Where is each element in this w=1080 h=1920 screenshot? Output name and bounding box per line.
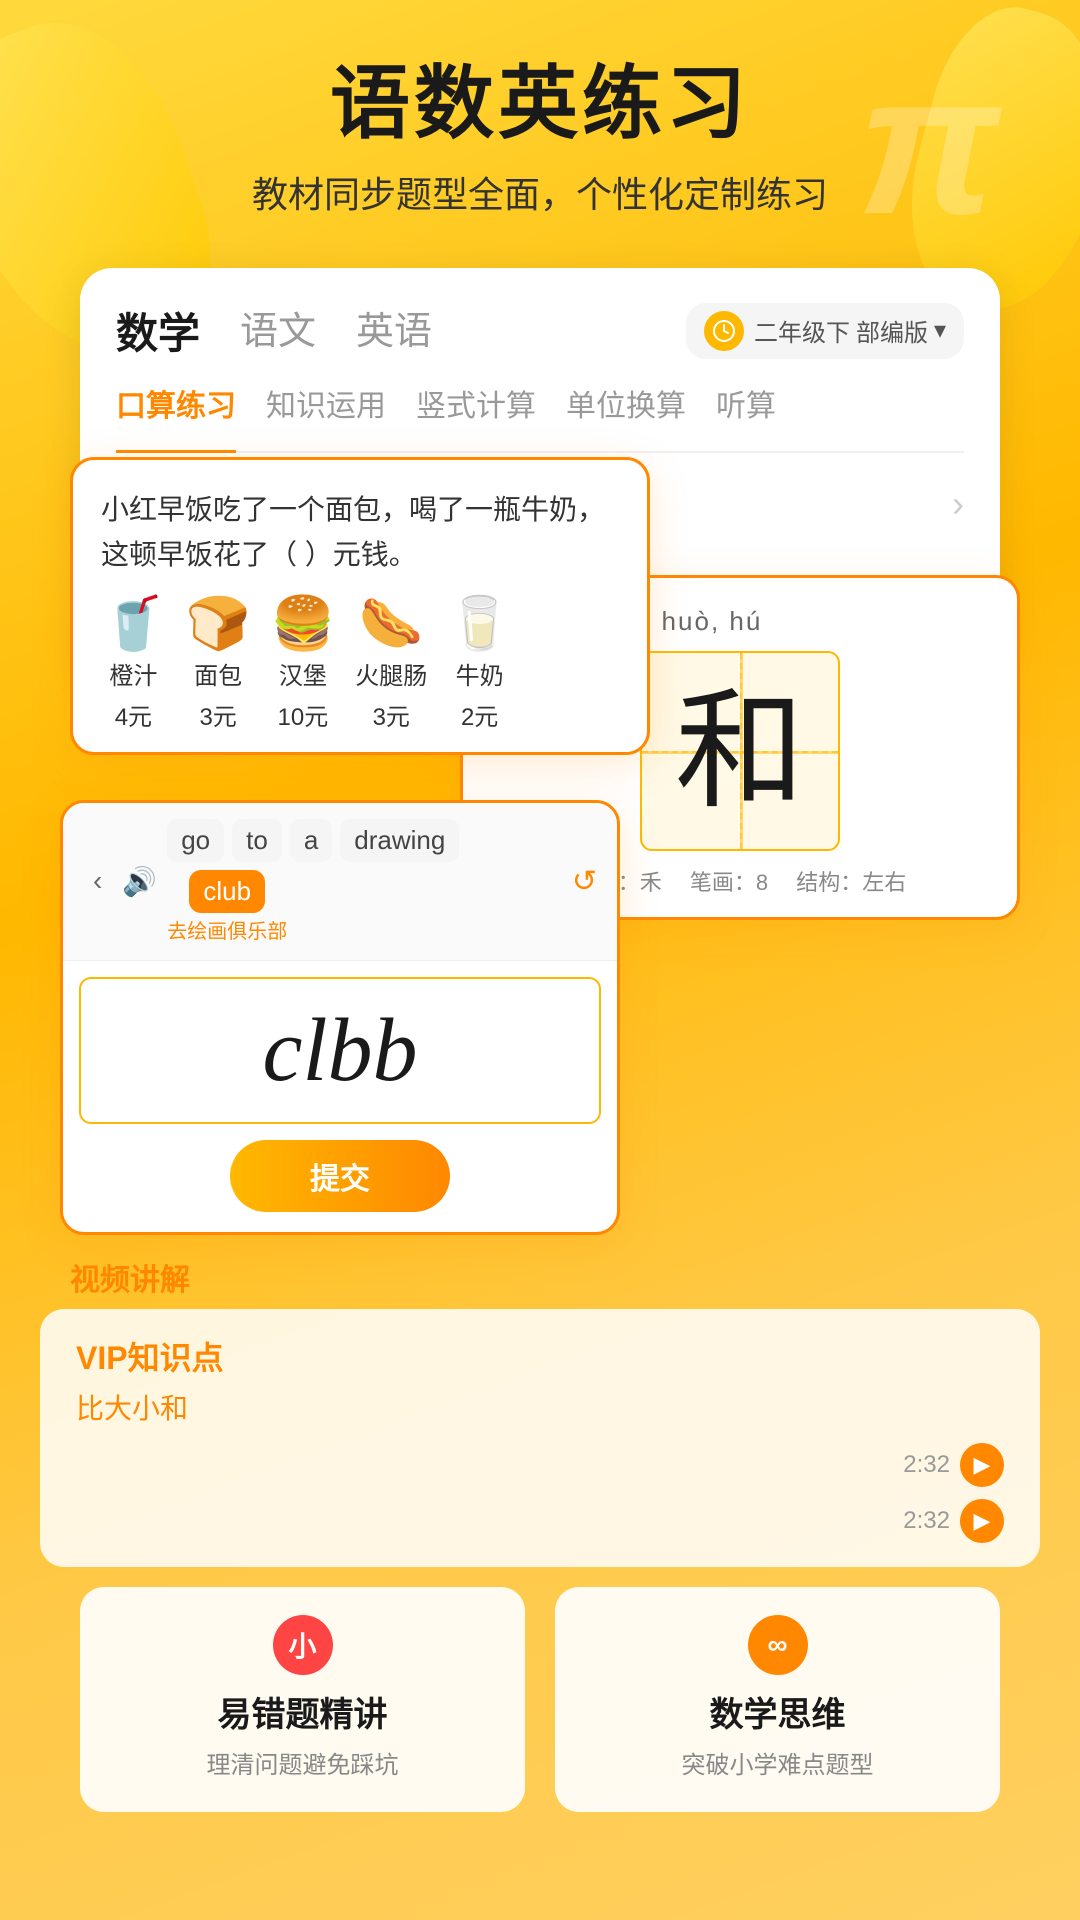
chip-to[interactable]: to (232, 819, 282, 862)
food-price-0: 4元 (115, 697, 152, 732)
chevron-down-icon: ▾ (934, 316, 946, 345)
question-card: 小红早饭吃了一个面包，喝了一瓶牛奶，这顿早饭花了（ ）元钱。 🥤 橙汁 4元 🍞… (70, 457, 650, 755)
timestamp-value-1: 2:32 (903, 1507, 950, 1535)
sub-tab-oral[interactable]: 口算练习 (116, 381, 236, 453)
vip-sublabel: 比大小和 (76, 1387, 1004, 1427)
bottom-card-math-thinking[interactable]: ∞ 数学思维 突破小学难点题型 (555, 1587, 1000, 1812)
sub-tab-listen[interactable]: 听算 (716, 381, 776, 435)
food-name-0: 橙汁 (109, 656, 157, 691)
food-items-row: 🥤 橙汁 4元 🍞 面包 3元 🍔 汉堡 10元 🌭 火腿肠 3元 🥛 (101, 598, 619, 732)
chip-go[interactable]: go (167, 819, 224, 862)
food-item-3: 🌭 火腿肠 3元 (355, 598, 427, 732)
food-emoji-3: 🌭 (359, 598, 424, 650)
question-text: 小红早饭吃了一个面包，喝了一瓶牛奶，这顿早饭花了（ ）元钱。 (101, 488, 619, 578)
food-price-4: 2元 (461, 697, 498, 732)
bottom-card-errors[interactable]: 小 易错题精讲 理清问题避免踩坑 (80, 1587, 525, 1812)
timestamp-item-1: 2:32 ▶ (903, 1499, 1004, 1543)
chip-drawing[interactable]: drawing (340, 819, 459, 862)
big-character: 和 (675, 686, 805, 816)
sub-tab-knowledge[interactable]: 知识运用 (266, 381, 386, 435)
page-title: 语数英练习 (0, 60, 1080, 148)
main-content: 数学 语文 英语 二年级下 部编版 ▾ 口算练习 知识运用 竖式计算 单位换 (0, 238, 1080, 1872)
tab-english[interactable]: 英语 (356, 300, 432, 361)
food-item-4: 🥛 牛奶 2元 (447, 598, 512, 732)
bottom-card-math-title: 数学思维 (579, 1687, 976, 1736)
refresh-icon[interactable]: ↺ (572, 864, 597, 899)
chip-club[interactable]: club (189, 870, 265, 913)
strokes-value: 8 (756, 870, 768, 895)
grade-label: 二年级下 (754, 313, 850, 348)
food-emoji-4: 🥛 (447, 598, 512, 650)
food-price-1: 3元 (199, 697, 236, 732)
food-name-3: 火腿肠 (355, 656, 427, 691)
english-answer-text: clbb (263, 999, 418, 1102)
timestamp-list: 2:32 ▶ 2:32 ▶ (76, 1443, 1004, 1543)
chip-hint: 去绘画俱乐部 (167, 915, 287, 944)
food-item-1: 🍞 面包 3元 (186, 598, 251, 732)
bottom-section: 小 易错题精讲 理清问题避免踩坑 ∞ 数学思维 突破小学难点题型 (40, 1587, 1040, 1812)
bottom-card-errors-desc: 理清问题避免踩坑 (104, 1748, 501, 1784)
page-subtitle: 教材同步题型全面，个性化定制练习 (0, 166, 1080, 218)
play-button-0[interactable]: ▶ (960, 1443, 1004, 1487)
english-card: ‹ 🔊 go to a drawing club 去绘画俱乐部 ↺ clbb 提… (60, 800, 620, 1235)
timestamp-value-0: 2:32 (903, 1451, 950, 1479)
timestamp-item-0: 2:32 ▶ (903, 1443, 1004, 1487)
bottom-icon-errors: 小 (273, 1615, 333, 1675)
bottom-card-math-desc: 突破小学难点题型 (579, 1748, 976, 1784)
subject-tabs: 数学 语文 英语 二年级下 部编版 ▾ (116, 300, 964, 361)
food-name-2: 汉堡 (279, 656, 327, 691)
math-icon-label: ∞ (768, 1629, 788, 1661)
video-lecture-label: 视频讲解 (70, 1255, 1040, 1299)
tab-group: 数学 语文 英语 (116, 300, 432, 361)
tab-math[interactable]: 数学 (116, 300, 200, 361)
right-arrow-icon: › (952, 483, 964, 525)
food-emoji-2: 🍔 (271, 598, 336, 650)
submit-button[interactable]: 提交 (230, 1140, 450, 1212)
vip-section: VIP知识点 比大小和 2:32 ▶ 2:32 ▶ (40, 1309, 1040, 1567)
food-price-2: 10元 (278, 697, 329, 732)
food-name-4: 牛奶 (456, 656, 504, 691)
structure-value: 左右 (862, 870, 906, 895)
sub-tab-vertical[interactable]: 竖式计算 (416, 381, 536, 435)
char-box: 和 (640, 651, 840, 851)
grade-selector[interactable]: 二年级下 部编版 ▾ (686, 303, 964, 359)
edition-label: 部编版 (856, 313, 928, 348)
speaker-icon[interactable]: 🔊 (122, 865, 157, 898)
sub-tab-unit[interactable]: 单位换算 (566, 381, 686, 435)
error-icon-label: 小 (288, 1625, 316, 1665)
page-header: 语数英练习 教材同步题型全面，个性化定制练习 (0, 0, 1080, 238)
food-item-0: 🥤 橙汁 4元 (101, 598, 166, 732)
bottom-card-errors-title: 易错题精讲 (104, 1687, 501, 1736)
food-item-2: 🍔 汉堡 10元 (271, 598, 336, 732)
chip-a[interactable]: a (290, 819, 332, 862)
play-button-1[interactable]: ▶ (960, 1499, 1004, 1543)
radical-value: 禾 (640, 870, 662, 895)
food-name-1: 面包 (194, 656, 242, 691)
word-chips: go to a drawing club 去绘画俱乐部 (167, 819, 562, 944)
bottom-icon-math: ∞ (748, 1615, 808, 1675)
english-card-header: ‹ 🔊 go to a drawing club 去绘画俱乐部 ↺ (63, 803, 617, 961)
food-price-3: 3元 (373, 697, 410, 732)
tab-chinese[interactable]: 语文 (240, 300, 316, 361)
food-emoji-0: 🥤 (101, 598, 166, 650)
food-emoji-1: 🍞 (186, 598, 251, 650)
sub-tabs-row: 口算练习 知识运用 竖式计算 单位换算 听算 (116, 381, 964, 453)
vip-label: VIP知识点 (76, 1333, 1004, 1379)
back-button[interactable]: ‹ (83, 861, 112, 901)
english-answer-box[interactable]: clbb (79, 977, 601, 1124)
grade-icon (704, 311, 744, 351)
